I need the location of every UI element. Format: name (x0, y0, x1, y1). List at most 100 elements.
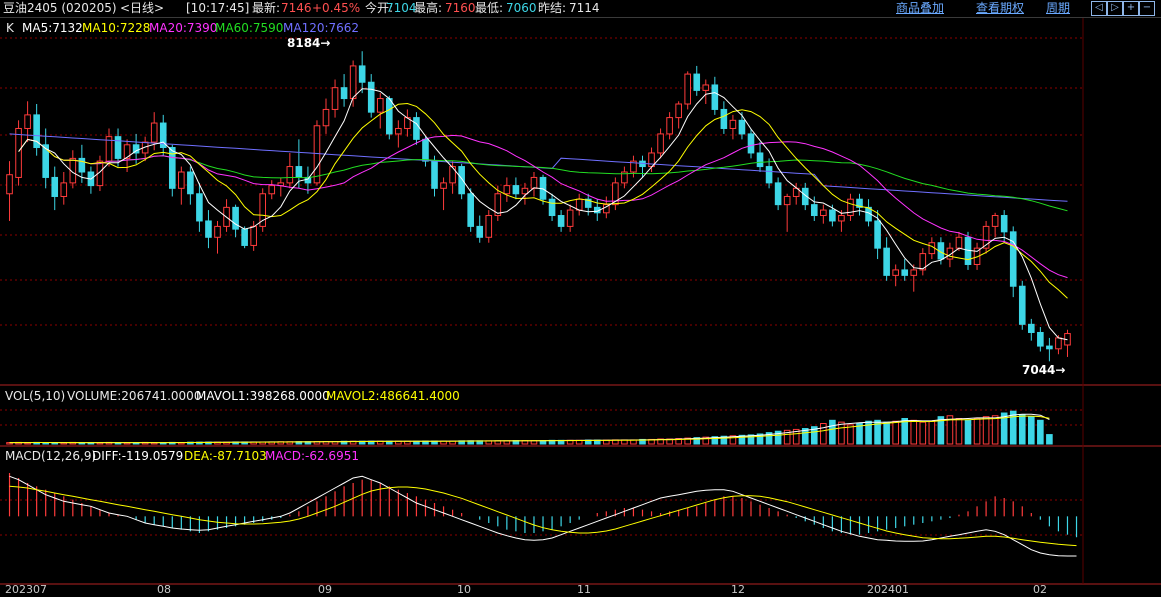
x-axis-tick-label: 202307 (5, 583, 47, 596)
candle-body (422, 138, 429, 162)
view-options-link[interactable]: 查看期权 (976, 1, 1024, 16)
prev-settle-value: 7114 (569, 1, 600, 15)
volume-bar (847, 424, 854, 445)
volume-bar (1018, 414, 1026, 445)
candle-body (910, 269, 918, 276)
candle-body (51, 176, 59, 197)
candle-body (838, 215, 845, 222)
candle-body (883, 247, 890, 276)
overlay-commodity-link[interactable]: 商品叠加 (896, 1, 944, 16)
change-value: +0.45% (312, 1, 361, 15)
volume-bar (1028, 416, 1035, 445)
volume-bar (829, 419, 836, 445)
candle-body (376, 98, 384, 113)
candle-body (331, 87, 339, 110)
candle-body (738, 119, 746, 135)
candle-body (548, 198, 556, 217)
candle-body (358, 65, 366, 83)
candle-body (1055, 337, 1062, 350)
candle-body (774, 182, 782, 206)
x-axis-tick-label: 08 (157, 583, 171, 596)
zoom-out-icon[interactable]: − (1139, 1, 1155, 16)
candle-body (847, 198, 854, 217)
candle-body (1037, 331, 1044, 347)
candle-body (991, 215, 999, 227)
candle-body (756, 152, 764, 168)
candle-body (241, 228, 248, 246)
candle-body (901, 269, 909, 276)
next-arrow-icon[interactable]: ▷ (1107, 1, 1123, 16)
candle-body (395, 127, 402, 135)
volume-bar (838, 421, 845, 445)
x-axis-tick-label: 09 (318, 583, 332, 596)
candle-body (15, 127, 22, 178)
candle-body (150, 122, 158, 143)
candle-body (874, 220, 881, 249)
ma5-line (18, 88, 1068, 341)
prev-arrow-icon[interactable]: ◁ (1091, 1, 1107, 16)
period-link[interactable]: 周期 (1046, 1, 1070, 16)
low-value: 7060 (506, 1, 537, 15)
last-value: 7146 (281, 1, 312, 15)
candle-body (214, 225, 221, 238)
candle-body (268, 185, 276, 195)
candle-body (385, 98, 393, 135)
prev-settle-label: 昨结: (538, 1, 567, 15)
zoom-in-icon[interactable]: + (1123, 1, 1139, 16)
candle-body (820, 209, 827, 217)
candle-body (666, 117, 673, 135)
candle-body (566, 209, 574, 227)
volume-bar (982, 416, 990, 445)
volume-bar (1009, 410, 1017, 445)
volume-bar (1037, 419, 1044, 445)
candle-body (1046, 345, 1053, 350)
candle-body (367, 81, 375, 113)
x-axis-tick-label: 11 (577, 583, 591, 596)
ma10-line (18, 102, 1068, 299)
quote-time: [10:17:45] (186, 1, 250, 15)
candle-body (657, 133, 664, 154)
macd-diff-line (9, 475, 1077, 557)
volume-bar (964, 419, 972, 445)
candle-body (6, 174, 13, 195)
candle-body (449, 166, 456, 184)
candle-body (286, 166, 294, 184)
x-axis-tick-label: 12 (731, 583, 745, 596)
symbol-title[interactable]: 豆油2405 (020205) (3, 1, 117, 16)
high-label: 最高: (414, 1, 443, 15)
volume-bar (820, 423, 827, 445)
candle-body (322, 108, 330, 127)
candle-body (313, 125, 321, 184)
candle-body (711, 84, 719, 110)
volume-bar (892, 420, 899, 445)
candle-body (1028, 323, 1035, 333)
volume-bar (955, 417, 963, 445)
period-label[interactable]: <日线> (120, 1, 164, 16)
x-axis-tick-label: 02 (1033, 583, 1047, 596)
open-value: 7104 (386, 1, 417, 15)
candle-body (829, 209, 836, 222)
last-label: 最新: (252, 1, 281, 15)
candle-body (575, 198, 583, 211)
volume-bar (973, 417, 981, 445)
candle-body (765, 166, 773, 184)
candle-body (232, 206, 239, 230)
volume-bar (910, 419, 918, 445)
volume-bar (919, 421, 927, 445)
candle-body (250, 225, 257, 246)
quote-header: 豆油2405 (020205) <日线> [10:17:45] 最新: 7146… (0, 0, 1161, 18)
candle-body (1018, 285, 1026, 325)
volume-bar (928, 420, 936, 445)
kline-chart[interactable]: 202307 08 09 10 11 12 202401 02 (0, 18, 1161, 597)
candle-body (747, 133, 755, 154)
candle-body (729, 119, 737, 129)
candle-body (476, 225, 484, 238)
candle-body (810, 204, 818, 217)
candle-body (485, 215, 493, 238)
candle-body (467, 193, 474, 227)
high-value: 7160 (445, 1, 476, 15)
candle-body (114, 136, 122, 159)
volume-bar (991, 415, 999, 445)
candle-body (24, 114, 31, 129)
candle-body (458, 166, 465, 195)
